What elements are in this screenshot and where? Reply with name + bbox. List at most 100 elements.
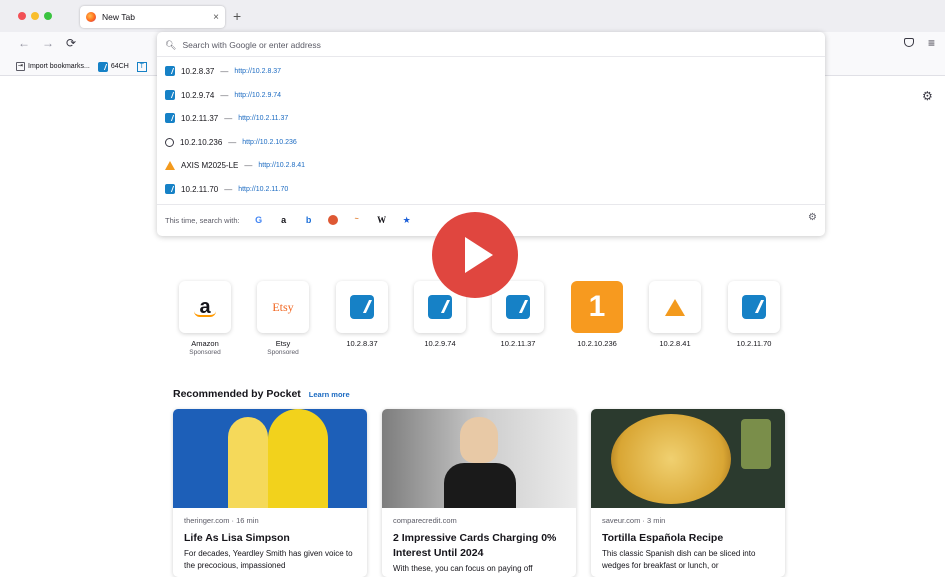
story-excerpt: With these, you can focus on paying off xyxy=(393,564,533,573)
top-site-10-2-8-41[interactable]: 10.2.8.41 xyxy=(649,281,701,348)
forward-button[interactable]: → xyxy=(42,36,54,50)
story-title: 2 Impressive Cards Charging 0% Interest … xyxy=(393,532,557,559)
top-site-10-2-10-236[interactable]: 1 10.2.10.236 xyxy=(571,281,623,348)
url-result[interactable]: 10.2.8.37 — http://10.2.8.37 xyxy=(165,62,281,80)
sponsored-label: Sponsored xyxy=(189,349,221,356)
story-title: Life As Lisa Simpson xyxy=(184,532,290,544)
url-result[interactable]: 10.2.9.74 — http://10.2.9.74 xyxy=(165,86,281,104)
one-logo-icon: 1 xyxy=(571,281,623,333)
axis-icon xyxy=(428,295,452,319)
top-site-label: 10.2.9.74 xyxy=(424,339,456,348)
urlbar-dropdown: 🔍︎ 10.2.8.37 — http://10.2.8.37 10.2.9.7… xyxy=(157,32,825,236)
url-result[interactable]: 10.2.11.70 — http://10.2.11.70 xyxy=(165,180,288,198)
bookmark-import[interactable]: ⇥ Import bookmarks... xyxy=(16,62,90,71)
bookmark-64ch[interactable]: 64CH xyxy=(97,61,129,72)
axis-icon xyxy=(506,295,530,319)
search-settings-gear-icon[interactable]: ⚙ xyxy=(808,212,817,223)
top-site-10-2-11-37[interactable]: 10.2.11.37 xyxy=(492,281,544,348)
duckduckgo-engine-icon[interactable] xyxy=(327,215,338,225)
t-icon: T xyxy=(136,61,147,72)
top-site-label: 10.2.11.70 xyxy=(736,339,772,348)
pocket-heading: Recommended by Pocket xyxy=(173,388,301,400)
url-result[interactable]: AXIS M2025-LE — http://10.2.8.41 xyxy=(165,156,305,174)
bookmark-t[interactable]: T xyxy=(136,61,147,72)
axis-icon xyxy=(742,295,766,319)
top-site-label: 10.2.8.41 xyxy=(659,339,691,348)
one-off-search-bar: This time, search with: G a b ~ W ★ xyxy=(165,212,413,228)
address-input[interactable] xyxy=(182,40,583,50)
wikipedia-engine-icon[interactable]: W xyxy=(376,214,388,226)
top-site-label: 10.2.10.236 xyxy=(577,339,617,348)
bookmarks-engine-icon[interactable]: ★ xyxy=(401,214,413,226)
learn-more-link[interactable]: Learn more xyxy=(309,390,350,399)
axis-icon xyxy=(97,61,108,72)
top-site-label: 10.2.8.37 xyxy=(346,339,378,348)
pocket-card[interactable]: comparecredit.com 2 Impressive Cards Cha… xyxy=(382,409,576,577)
google-engine-icon[interactable]: G xyxy=(253,214,265,226)
result-title: 10.2.11.37 xyxy=(181,113,219,123)
pocket-card[interactable]: theringer.com · 16 min Life As Lisa Simp… xyxy=(173,409,367,577)
result-title: AXIS M2025-LE xyxy=(181,160,239,170)
menu-icon[interactable]: ≡ xyxy=(928,36,935,50)
urlbar[interactable]: 🔍︎ xyxy=(165,38,817,52)
pocket-header: Recommended by Pocket Learn more xyxy=(173,388,350,400)
top-site-etsy[interactable]: Etsy Etsy Sponsored xyxy=(257,281,309,356)
top-site-label: Etsy xyxy=(275,339,291,348)
top-site-10-2-11-70[interactable]: 10.2.11.70 xyxy=(728,281,780,348)
pocket-card[interactable]: saveur.com · 3 min Tortilla Española Rec… xyxy=(591,409,785,577)
result-separator: — xyxy=(228,137,237,147)
result-separator: — xyxy=(244,160,253,170)
axis-icon xyxy=(165,90,175,100)
maximize-window-button[interactable] xyxy=(44,12,52,20)
story-excerpt: For decades, Yeardley Smith has given vo… xyxy=(184,549,353,570)
result-title: 10.2.8.37 xyxy=(181,66,215,76)
axis-icon xyxy=(165,66,175,76)
ebay-engine-icon[interactable]: ~ xyxy=(351,214,363,226)
result-url: http://10.2.8.41 xyxy=(258,161,306,169)
result-separator: — xyxy=(220,66,229,76)
result-title: 10.2.9.74 xyxy=(181,90,215,100)
top-site-10-2-8-37[interactable]: 10.2.8.37 xyxy=(336,281,388,348)
story-excerpt: This classic Spanish dish can be sliced … xyxy=(602,549,756,570)
result-separator: — xyxy=(220,90,229,100)
result-url: http://10.2.10.236 xyxy=(242,138,297,146)
bing-engine-icon[interactable]: b xyxy=(303,214,315,226)
story-title: Tortilla Española Recipe xyxy=(602,532,724,544)
url-result[interactable]: 10.2.11.37 — http://10.2.11.37 xyxy=(165,109,288,127)
firefox-icon xyxy=(86,12,96,22)
axis-triangle-icon xyxy=(665,298,685,316)
one-off-label: This time, search with: xyxy=(165,215,240,225)
result-title: 10.2.11.70 xyxy=(181,184,219,194)
result-separator: — xyxy=(224,184,233,194)
story-source: saveur.com · 3 min xyxy=(602,516,666,525)
minimize-window-button[interactable] xyxy=(31,12,39,20)
axis-triangle-icon xyxy=(165,160,175,170)
story-image xyxy=(591,409,785,508)
play-button[interactable] xyxy=(432,212,518,298)
tab-new-tab[interactable]: New Tab × xyxy=(80,6,225,28)
close-tab-icon[interactable]: × xyxy=(213,12,219,23)
import-icon: ⇥ xyxy=(16,62,25,71)
back-button[interactable]: ← xyxy=(18,36,30,50)
result-url: http://10.2.11.37 xyxy=(238,114,289,122)
story-image xyxy=(382,409,576,508)
close-window-button[interactable] xyxy=(18,12,26,20)
gear-icon[interactable]: ⚙ xyxy=(922,89,933,103)
url-result[interactable]: 10.2.10.236 — http://10.2.10.236 xyxy=(165,133,297,151)
axis-icon xyxy=(350,295,374,319)
amazon-engine-icon[interactable]: a xyxy=(278,214,290,226)
result-url: http://10.2.8.37 xyxy=(234,67,282,75)
tab-title: New Tab xyxy=(102,12,135,22)
new-tab-button[interactable]: + xyxy=(233,8,241,24)
axis-icon xyxy=(165,113,175,123)
result-url: http://10.2.9.74 xyxy=(234,91,282,99)
bookmark-label: Import bookmarks... xyxy=(28,63,90,70)
story-source: comparecredit.com xyxy=(393,516,457,525)
result-url: http://10.2.11.70 xyxy=(238,185,289,193)
reload-button[interactable]: ⟳ xyxy=(66,36,76,50)
top-site-amazon[interactable]: a Amazon Sponsored xyxy=(179,281,231,356)
axis-icon xyxy=(165,184,175,194)
top-site-label: 10.2.11.37 xyxy=(500,339,536,348)
result-title: 10.2.10.236 xyxy=(180,137,223,147)
search-icon: 🔍︎ xyxy=(165,39,177,50)
